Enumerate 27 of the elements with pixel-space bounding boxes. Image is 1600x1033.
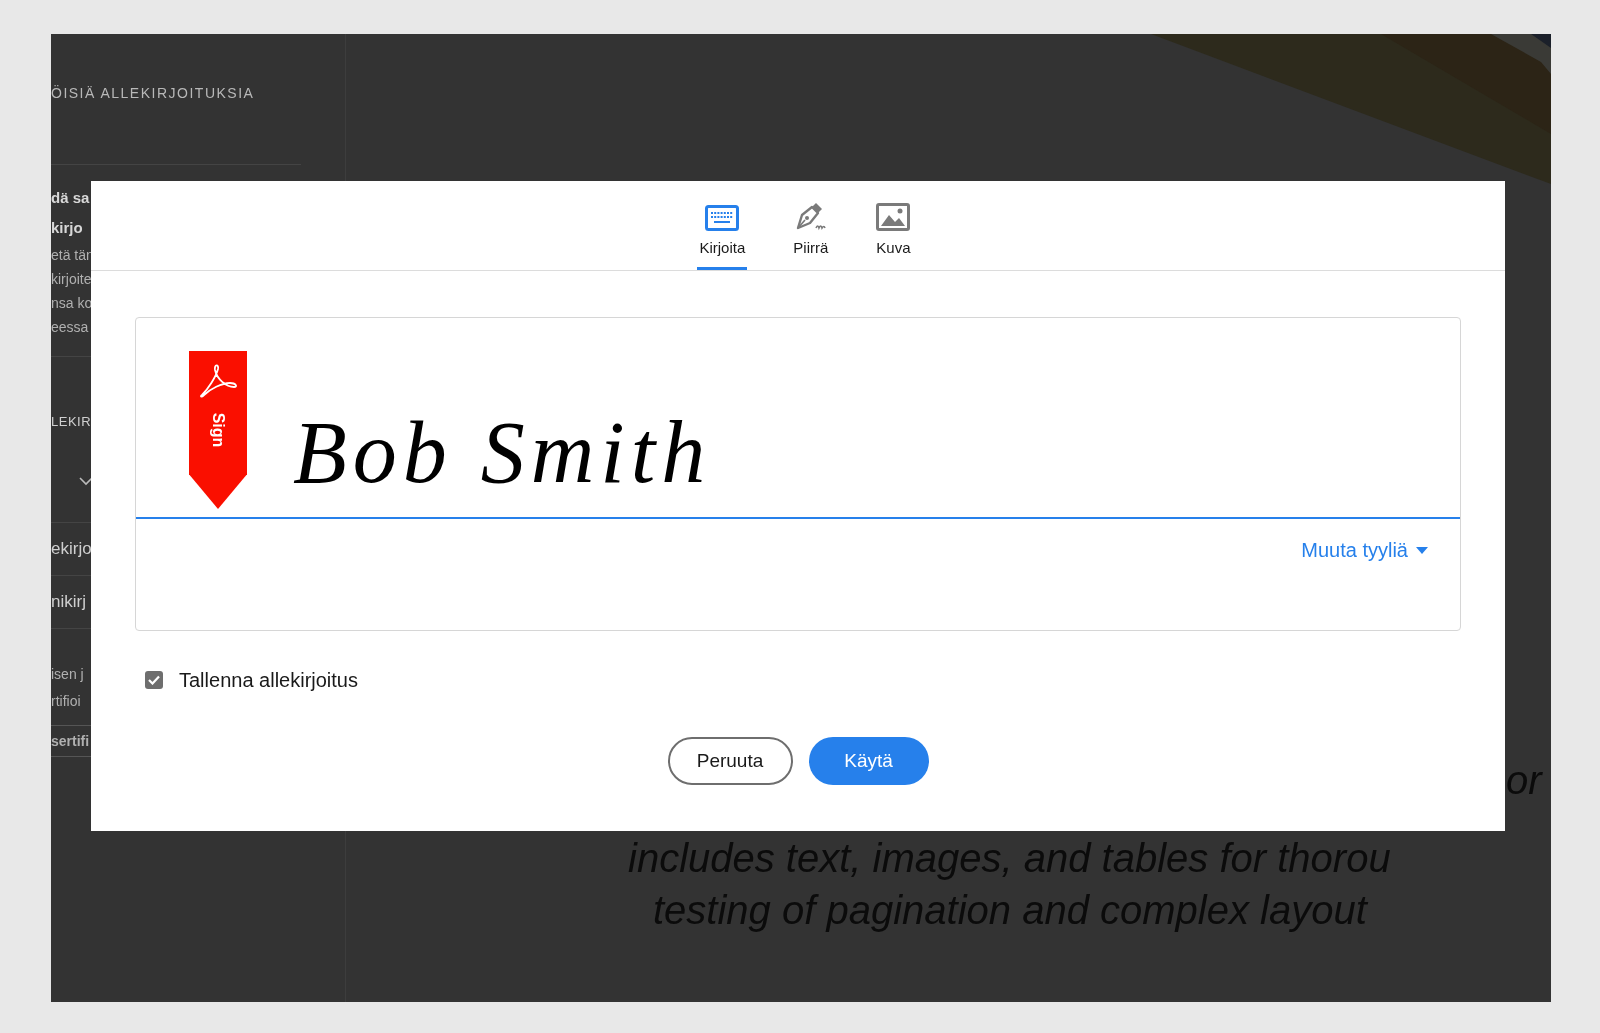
tab[interactable]: Piirrä [791, 200, 831, 270]
card-title: dä sa [51, 188, 90, 208]
check-icon [148, 675, 160, 685]
signature-text: Bob Smith [293, 403, 712, 503]
chevron-down-icon [79, 477, 93, 486]
sidebar-item[interactable]: ekirjo [51, 523, 92, 575]
cancel-button[interactable]: Peruuta [667, 737, 793, 785]
keyboard-icon [705, 204, 740, 231]
save-checkbox[interactable] [145, 671, 163, 689]
section-heading: ÖISIÄ ALLEKIRJOITUKSIA [51, 84, 255, 102]
checkbox-label: Tallenna allekirjoitus [179, 668, 358, 693]
style-dropdown[interactable]: Muuta tyyliä [1301, 535, 1428, 565]
image-icon [876, 202, 911, 231]
tab[interactable]: Kuva [874, 202, 913, 270]
card-text: eessa [51, 318, 89, 337]
ribbon-label: Sign [209, 412, 227, 448]
signature-field[interactable]: Sign Bob Smith Muuta tyyliä [135, 317, 1461, 631]
sidebar-note: isen j [51, 665, 84, 684]
sidebar-item[interactable]: nikirj [51, 576, 86, 628]
section-label: LEKIR [51, 413, 92, 431]
acrobat-logo-icon [198, 363, 238, 399]
apply-button[interactable]: Käytä [808, 737, 929, 785]
card-title: kirjo [51, 218, 83, 238]
card-text: kirjoite [51, 270, 92, 289]
tab[interactable]: Kirjoita [697, 204, 748, 270]
caret-icon [1416, 546, 1428, 554]
sidebar-note: rtifioi [51, 692, 81, 711]
